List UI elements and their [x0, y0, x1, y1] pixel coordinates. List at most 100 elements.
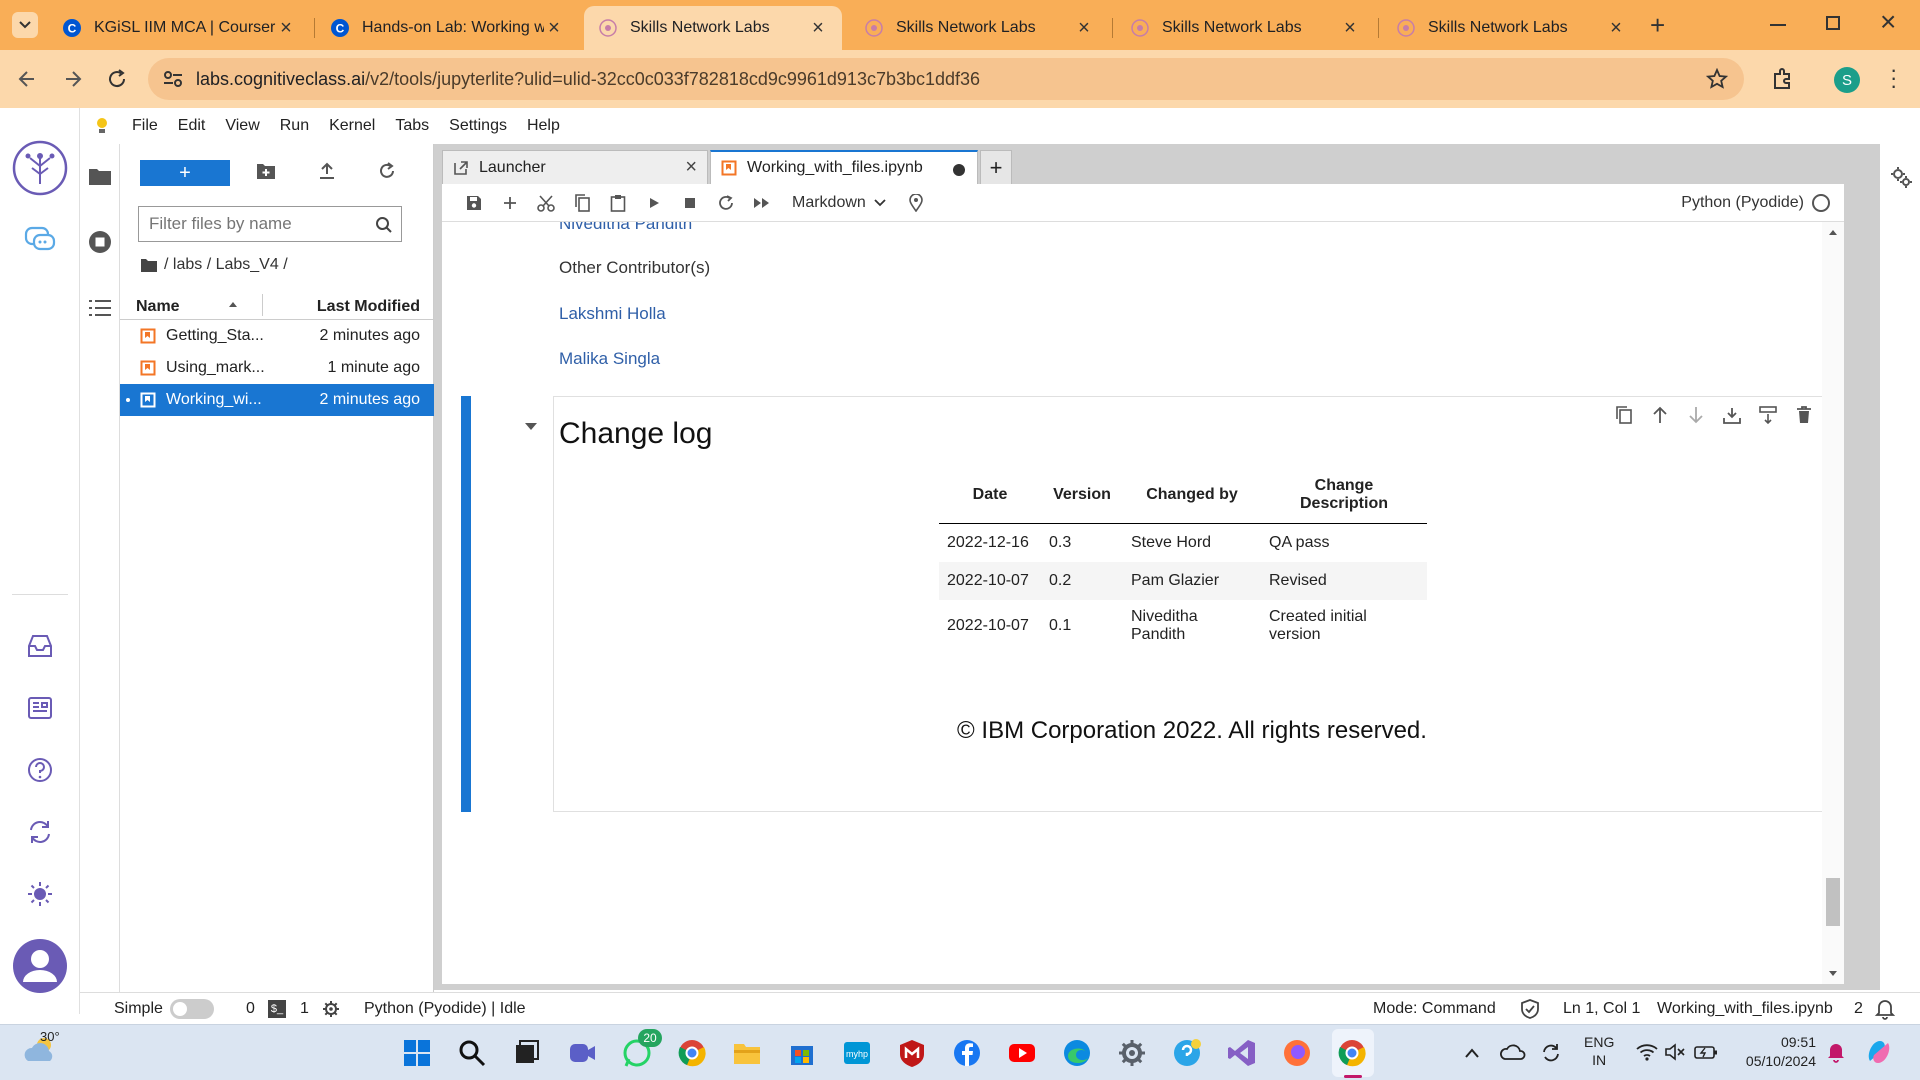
run-all-button[interactable]	[744, 196, 780, 210]
theme-brightness-icon[interactable]	[26, 880, 54, 908]
close-icon[interactable]: ×	[685, 156, 697, 179]
tab-working-with-files[interactable]: Working_with_files.ipynb	[710, 150, 978, 184]
kernel-gear-icon[interactable]	[322, 1000, 340, 1018]
author-link[interactable]: Niveditha Pandith	[559, 222, 692, 234]
task-view-icon[interactable]	[512, 1038, 542, 1068]
address-bar[interactable]: labs.cognitiveclass.ai/v2/tools/jupyterl…	[148, 58, 1744, 100]
kernel-name[interactable]: Python (Pyodide)	[1681, 194, 1804, 212]
close-icon[interactable]: ×	[1606, 17, 1626, 40]
extensions-icon[interactable]	[1770, 66, 1796, 92]
volume-muted-icon[interactable]	[1664, 1043, 1686, 1061]
kernel-status-text[interactable]: Python (Pyodide) | Idle	[364, 1000, 526, 1018]
property-inspector-gear-icon[interactable]	[1890, 166, 1912, 188]
tab-launcher[interactable]: Launcher ×	[442, 150, 708, 184]
delete-cell-icon[interactable]	[1794, 405, 1814, 425]
windows-start-icon[interactable]	[402, 1038, 432, 1068]
search-icon[interactable]	[457, 1038, 487, 1068]
search-icon[interactable]	[375, 216, 393, 234]
menu-run[interactable]: Run	[280, 117, 309, 135]
run-button[interactable]	[636, 196, 672, 210]
chrome-icon[interactable]	[677, 1038, 707, 1068]
simple-mode-toggle[interactable]	[170, 999, 214, 1019]
add-tab-button[interactable]: +	[980, 150, 1012, 184]
cursor-position[interactable]: Ln 1, Col 1	[1563, 1000, 1640, 1018]
kernel-count[interactable]: 1	[300, 1000, 309, 1018]
move-down-icon[interactable]	[1686, 405, 1706, 425]
folder-icon[interactable]	[140, 257, 158, 273]
visual-studio-icon[interactable]	[1227, 1038, 1257, 1068]
scrollbar-thumb[interactable]	[1826, 878, 1840, 926]
browser-tab-skills-2[interactable]: Skills Network Labs ×	[850, 6, 1108, 50]
refresh-icon[interactable]	[378, 162, 396, 180]
copy-button[interactable]	[564, 193, 600, 212]
insert-cell-button[interactable]	[492, 195, 528, 211]
menu-edit[interactable]: Edit	[178, 117, 206, 135]
menu-view[interactable]: View	[225, 117, 259, 135]
contributor-link[interactable]: Lakshmi Holla	[559, 304, 666, 324]
terminal-count[interactable]: 0	[246, 1000, 255, 1018]
new-folder-icon[interactable]	[256, 162, 276, 180]
profile-avatar[interactable]: S	[1834, 67, 1860, 93]
copilot-icon[interactable]	[1864, 1037, 1894, 1067]
cut-button[interactable]	[528, 194, 564, 212]
close-icon[interactable]: ×	[544, 17, 564, 40]
unsaved-dot-icon[interactable]	[953, 164, 965, 176]
microsoft-store-icon[interactable]	[787, 1038, 817, 1068]
file-filter-input[interactable]	[149, 214, 369, 234]
meet-video-icon[interactable]	[567, 1038, 597, 1068]
contributor-link[interactable]: Malika Singla	[559, 349, 660, 369]
file-item[interactable]: Getting_Sta... 2 minutes ago	[120, 320, 434, 352]
notebook-scrollbar[interactable]	[1822, 222, 1844, 984]
insert-above-icon[interactable]	[1758, 405, 1778, 425]
chrome-profile-icon[interactable]	[1337, 1038, 1367, 1068]
bell-icon[interactable]	[1874, 998, 1896, 1020]
current-filename[interactable]: Working_with_files.ipynb	[1657, 1000, 1833, 1018]
terminal-icon[interactable]: $_	[268, 1000, 286, 1018]
collapse-heading-icon[interactable]	[524, 422, 538, 432]
system-clock[interactable]: 09:51 05/10/2024	[1736, 1033, 1816, 1071]
get-help-icon[interactable]	[1172, 1038, 1202, 1068]
restart-button[interactable]	[708, 194, 744, 211]
close-icon[interactable]: ×	[276, 17, 296, 40]
restore-button[interactable]	[1826, 16, 1840, 30]
skills-network-logo-icon[interactable]	[12, 140, 68, 196]
sync-icon[interactable]	[26, 818, 54, 846]
kernel-status-icon[interactable]	[1812, 193, 1830, 212]
minimize-button[interactable]	[1770, 24, 1786, 26]
help-icon[interactable]	[26, 756, 54, 784]
youtube-icon[interactable]	[1007, 1038, 1037, 1068]
reload-icon[interactable]	[106, 68, 128, 90]
close-icon[interactable]: ×	[1074, 17, 1094, 40]
cell-type-dropdown[interactable]: Markdown	[792, 194, 886, 212]
new-launcher-button[interactable]: +	[140, 160, 230, 186]
sync-status-icon[interactable]	[1540, 1042, 1562, 1064]
column-modified-header[interactable]: Last Modified	[317, 298, 420, 316]
scroll-up-icon[interactable]	[1828, 228, 1838, 236]
notification-bell-icon[interactable]	[1826, 1041, 1846, 1063]
onedrive-cloud-icon[interactable]	[1500, 1043, 1526, 1061]
paste-button[interactable]	[600, 194, 636, 212]
scroll-down-icon[interactable]	[1828, 970, 1838, 978]
chevron-up-icon[interactable]	[1464, 1047, 1480, 1059]
settings-gear-icon[interactable]	[1117, 1038, 1147, 1068]
chat-icon[interactable]	[24, 226, 56, 254]
menu-settings[interactable]: Settings	[449, 117, 507, 135]
file-item[interactable]: Working_wi... 2 minutes ago	[120, 384, 434, 416]
trusted-shield-icon[interactable]	[1520, 999, 1540, 1019]
interrupt-button[interactable]	[672, 197, 708, 209]
site-info-icon[interactable]	[162, 69, 184, 89]
battery-icon[interactable]	[1694, 1043, 1718, 1061]
file-explorer-icon[interactable]	[732, 1038, 762, 1068]
active-cell-indicator[interactable]	[461, 396, 471, 812]
menu-file[interactable]: File	[132, 117, 158, 135]
file-item[interactable]: Using_mark... 1 minute ago	[120, 352, 434, 384]
insert-below-icon[interactable]	[1722, 405, 1742, 425]
browser-tab-handson-lab[interactable]: C Hands-on Lab: Working wi ×	[316, 6, 578, 50]
move-up-icon[interactable]	[1650, 405, 1670, 425]
menu-tabs[interactable]: Tabs	[395, 117, 429, 135]
browser-tab-skills-4[interactable]: Skills Network Labs ×	[1382, 6, 1640, 50]
folder-icon[interactable]	[88, 166, 112, 186]
browser-tab-skills-3[interactable]: Skills Network Labs ×	[1116, 6, 1374, 50]
window-close-button[interactable]: ×	[1880, 6, 1896, 38]
input-language-indicator[interactable]: ENG IN	[1584, 1033, 1614, 1069]
